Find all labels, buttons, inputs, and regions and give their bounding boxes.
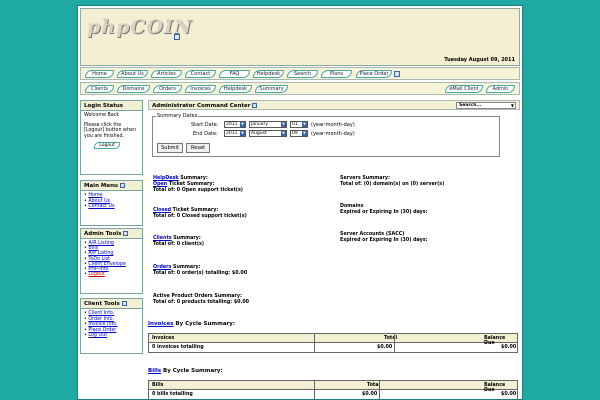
admin-tools-box: Admin Tools A/R Listing Bills A/P Listin… xyxy=(80,228,143,294)
closed-link[interactable]: Closed xyxy=(153,208,171,213)
nav-orders[interactable]: Orders xyxy=(153,85,182,93)
logout-hint: Please click the [Logout] button when yo… xyxy=(84,122,136,139)
edit-logo-icon[interactable] xyxy=(174,34,180,40)
client-tools-title: Client Tools xyxy=(81,299,142,309)
admin-command-center-bar: Administrator Command Center Search... xyxy=(148,100,520,110)
clients-link[interactable]: Clients xyxy=(153,236,172,241)
search-select[interactable]: Search... xyxy=(456,102,516,109)
orders-link[interactable]: Orders xyxy=(153,265,171,270)
bills-link[interactable]: Bills xyxy=(148,368,161,374)
bills-cycle-title: Bills By Cycle Summary: xyxy=(148,368,223,374)
main-menu-box: Main Menu Home About Us Contact Us xyxy=(80,180,143,226)
nav-admin-helpdesk[interactable]: Helpdesk xyxy=(219,85,252,93)
start-year-select[interactable]: 2011 xyxy=(224,121,246,128)
end-day-select[interactable]: 09 xyxy=(290,130,308,137)
nav-articles[interactable]: Articles xyxy=(151,70,182,78)
server-accounts-summary: Server Accounts (SACC) Expired or Expiri… xyxy=(340,232,428,243)
nav-admin[interactable]: Admin xyxy=(486,85,515,93)
edit-menu-icon[interactable] xyxy=(119,183,125,188)
menu-about-link[interactable]: About Us xyxy=(88,199,110,204)
top-nav: Home About Us Articles Contact FAQ Helpd… xyxy=(80,67,520,80)
nav-invoices[interactable]: Invoices xyxy=(185,85,216,93)
start-day-select[interactable]: 01 xyxy=(290,121,308,128)
page-container: phpCOIN Tuesday August 09, 2011 Home Abo… xyxy=(77,5,523,400)
main-menu-title: Main Menu xyxy=(81,181,142,191)
client-tools-box: Client Tools Client Info. Order Info. In… xyxy=(80,298,143,354)
edit-nav-icon[interactable] xyxy=(394,71,400,77)
main-content: Administrator Command Center Search... S… xyxy=(148,100,520,399)
table-row: 0 invoices totalling $0.00 $0.00 xyxy=(152,343,517,352)
client-logout-link[interactable]: Log Out xyxy=(88,333,107,338)
summary-dates-form: Summary Dates Start Date: 2011 January 0… xyxy=(152,113,500,157)
logout-button[interactable]: Logout xyxy=(94,142,120,150)
invoices-cycle-table: Invoices Total Balance Due 0 invoices to… xyxy=(148,333,518,353)
start-date-label: Start Date: xyxy=(191,122,219,128)
admin-tools-title: Admin Tools xyxy=(81,229,142,239)
nav-email-client[interactable]: eMail Client xyxy=(445,85,483,93)
helpdesk-link[interactable]: HelpDesk xyxy=(153,176,179,181)
nav-summary[interactable]: Summary xyxy=(255,85,288,93)
nav-home[interactable]: Home xyxy=(85,70,114,78)
menu-contact-link[interactable]: Contact Us xyxy=(88,204,114,209)
nav-clients[interactable]: Clients xyxy=(85,85,114,93)
login-status-box: Login Status Welcome Back Please click t… xyxy=(80,100,143,175)
servers-summary: Servers Summary: Total of: (0) domain(s)… xyxy=(340,176,445,187)
invoices-cycle-title: Invoices By Cycle Summary: xyxy=(148,321,236,327)
open-tickets-link[interactable]: Open xyxy=(153,182,167,187)
client-info-link[interactable]: Client Info. xyxy=(88,311,114,316)
orders-summary: Orders Summary: Total of: 0 order(s) tot… xyxy=(153,265,248,276)
helpdesk-summary: HelpDesk Summary: Open Ticket Summary: T… xyxy=(153,176,243,193)
edit-client-tools-icon[interactable] xyxy=(121,301,127,306)
table-row: 0 bills totalling $0.00 $0.00 xyxy=(152,390,517,399)
order-info-link[interactable]: Order Info. xyxy=(88,317,114,322)
end-month-select[interactable]: August xyxy=(249,130,287,137)
current-date: Tuesday August 09, 2011 xyxy=(444,57,515,63)
invoices-link[interactable]: Invoices xyxy=(148,321,173,327)
edit-admin-tools-icon[interactable] xyxy=(123,231,129,236)
reset-button[interactable]: Reset xyxy=(186,143,210,153)
admin-nav: Clients Domains Orders Invoices Helpdesk… xyxy=(80,82,520,95)
login-status-title: Login Status xyxy=(81,101,142,111)
nav-place-order[interactable]: Place Order xyxy=(356,70,392,78)
nav-helpdesk[interactable]: Helpdesk xyxy=(253,70,284,78)
admin-logout-link[interactable]: Logout xyxy=(88,272,104,277)
summary-dates-legend: Summary Dates xyxy=(156,113,199,119)
submit-button[interactable]: Submit xyxy=(157,143,183,153)
active-orders-summary: Active Product Orders Summary: Total of:… xyxy=(153,294,250,305)
end-format-hint: (year-month-day) xyxy=(311,131,355,137)
site-header: phpCOIN Tuesday August 09, 2011 xyxy=(80,8,520,66)
domains-summary: Domains Expired or Expiring In (30) days… xyxy=(340,204,428,215)
menu-home-link[interactable]: Home xyxy=(88,193,102,198)
invoice-info-link[interactable]: Invoice Info. xyxy=(88,322,117,327)
page-title: Administrator Command Center xyxy=(152,103,251,109)
nav-plans[interactable]: Plans xyxy=(321,70,352,78)
bills-cycle-table: Bills Total Balance Due 0 bills totallin… xyxy=(148,380,518,399)
end-year-select[interactable]: 2011 xyxy=(224,130,246,137)
nav-domains[interactable]: Domains xyxy=(117,85,150,93)
end-date-label: End Date: xyxy=(193,131,218,137)
nav-contact[interactable]: Contact xyxy=(185,70,216,78)
welcome-text: Welcome Back xyxy=(84,113,120,118)
nav-search[interactable]: Search xyxy=(287,70,318,78)
edit-title-icon[interactable] xyxy=(252,103,258,108)
clients-summary: Clients Summary: Total of: 0 client(s) xyxy=(153,236,205,247)
nav-about-us[interactable]: About Us xyxy=(117,70,148,78)
closed-tickets-summary: Closed Ticket Summary: Total of: 0 Close… xyxy=(153,208,247,219)
nav-faq[interactable]: FAQ xyxy=(219,70,250,78)
start-format-hint: (year-month-day) xyxy=(311,122,355,128)
start-month-select[interactable]: January xyxy=(249,121,287,128)
